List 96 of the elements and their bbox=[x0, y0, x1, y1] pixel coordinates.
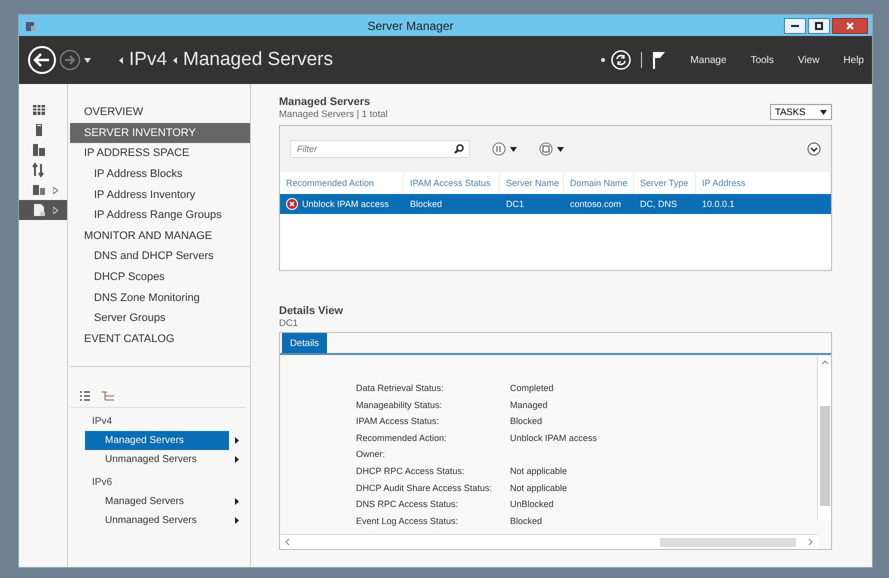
nav-item[interactable]: MONITOR AND MANAGE bbox=[70, 226, 250, 246]
expand-arrow-icon[interactable] bbox=[235, 517, 239, 524]
table-cell[interactable]: Blocked bbox=[404, 194, 500, 214]
dashboard-icon bbox=[31, 102, 47, 118]
menu-item[interactable]: View bbox=[798, 54, 820, 66]
nav-item[interactable]: EVENT CATALOG bbox=[70, 328, 250, 350]
app-icon bbox=[25, 20, 37, 32]
field-value: Completed bbox=[510, 383, 555, 395]
caret-icon bbox=[557, 146, 564, 152]
table-cell[interactable]: contoso.com bbox=[564, 194, 634, 214]
notifications-flag-icon[interactable] bbox=[652, 51, 666, 69]
tree-item[interactable]: Managed Servers bbox=[85, 431, 229, 450]
caret-icon bbox=[820, 110, 827, 114]
restore-button[interactable] bbox=[808, 18, 830, 34]
tree-item[interactable]: Unmanaged Servers bbox=[85, 450, 229, 469]
caret-icon bbox=[84, 58, 91, 62]
table-cell[interactable]: DC, DNS bbox=[634, 194, 696, 214]
nav-item[interactable]: Server Groups bbox=[70, 308, 250, 329]
tree-group-label[interactable]: IPv6 bbox=[70, 469, 250, 492]
close-button[interactable] bbox=[832, 18, 868, 34]
error-icon bbox=[286, 198, 298, 210]
field-value: Blocked bbox=[510, 516, 544, 528]
tree-view-icon[interactable] bbox=[102, 391, 114, 401]
field-label: Owner: bbox=[356, 449, 386, 462]
history-dropdown[interactable] bbox=[84, 58, 91, 62]
refresh-icon[interactable] bbox=[611, 50, 632, 70]
breadcrumb-item[interactable]: Managed Servers bbox=[183, 49, 333, 71]
field-value: UnBlocked bbox=[510, 499, 555, 512]
expand-arrow-icon bbox=[53, 206, 58, 214]
field-value: Blocked bbox=[510, 416, 544, 428]
section-subtitle: DC1 bbox=[279, 318, 300, 329]
servers-icon bbox=[31, 142, 47, 158]
breadcrumb-arrow-icon bbox=[173, 56, 178, 64]
tasks-button[interactable]: TASKS bbox=[770, 104, 832, 120]
vertical-scrollbar[interactable] bbox=[817, 355, 831, 520]
field-label: DHCP RPC Access Status: bbox=[356, 466, 466, 478]
table-cell[interactable]: DC1 bbox=[500, 194, 564, 214]
field-value: Not applicable bbox=[510, 466, 568, 478]
menu-item[interactable]: Manage bbox=[690, 54, 727, 66]
nav-item[interactable]: IP Address Blocks bbox=[70, 164, 250, 184]
section-title: Details View bbox=[279, 305, 344, 317]
nav-item[interactable]: DNS Zone Monitoring bbox=[70, 287, 250, 308]
field-value: Not applicable bbox=[510, 482, 568, 495]
filter-field[interactable]: Filter bbox=[290, 140, 470, 158]
scroll-left-icon[interactable] bbox=[284, 538, 290, 546]
table-cell[interactable]: 10.0.0.1 bbox=[696, 194, 831, 214]
ipam-icon bbox=[31, 202, 47, 218]
expand-arrow-icon[interactable] bbox=[235, 456, 239, 463]
back-button[interactable] bbox=[27, 45, 57, 75]
window-title: Server Manager bbox=[366, 18, 455, 32]
rail-item[interactable] bbox=[19, 200, 67, 220]
scroll-up-icon[interactable] bbox=[820, 359, 828, 365]
horizontal-scrollbar[interactable] bbox=[280, 534, 818, 549]
refresh-dropdown[interactable] bbox=[601, 58, 606, 62]
field-label: IPAM Access Status: bbox=[356, 416, 440, 428]
field-label: Recommended Action: bbox=[356, 432, 448, 445]
scroll-right-icon[interactable] bbox=[808, 538, 814, 546]
close-icon bbox=[846, 22, 854, 30]
field-value: Unblock IPAM access bbox=[510, 432, 598, 445]
section-title: Managed Servers bbox=[279, 96, 372, 108]
nav-item[interactable]: IP Address Inventory bbox=[70, 184, 250, 205]
tree-group-label[interactable]: IPv4 bbox=[70, 408, 250, 431]
tree-item[interactable]: Unmanaged Servers bbox=[85, 511, 229, 530]
field-label: Manageability Status: bbox=[356, 400, 444, 412]
details-tab[interactable]: Details bbox=[282, 333, 328, 353]
section-subtitle: Managed Servers | 1 total bbox=[279, 109, 388, 120]
breadcrumb-arrow-icon bbox=[119, 56, 123, 64]
field-label: DNS RPC Access Status: bbox=[356, 499, 460, 512]
list-view-icon[interactable] bbox=[80, 391, 90, 401]
nav-item[interactable]: SERVER INVENTORY bbox=[70, 122, 250, 144]
menu-item[interactable]: Tools bbox=[750, 54, 774, 66]
caret-icon bbox=[510, 146, 517, 152]
nav-item[interactable]: DHCP Scopes bbox=[70, 266, 250, 288]
expand-arrow-icon[interactable] bbox=[235, 498, 239, 505]
search-icon bbox=[454, 144, 464, 154]
field-label: DHCP Audit Share Access Status: bbox=[356, 482, 493, 495]
minimize-button[interactable] bbox=[784, 18, 806, 34]
expand-arrow-icon bbox=[53, 186, 58, 194]
breadcrumb-item[interactable]: IPv4 bbox=[129, 49, 168, 71]
roles-icon bbox=[31, 182, 47, 198]
nav-item[interactable]: IP Address Range Groups bbox=[70, 204, 250, 226]
nav-item[interactable]: OVERVIEW bbox=[70, 102, 250, 123]
field-label: Data Retrieval Status: bbox=[356, 383, 445, 395]
nav-item[interactable]: DNS and DHCP Servers bbox=[70, 246, 250, 267]
restore-icon bbox=[815, 22, 823, 30]
expand-arrow-icon[interactable] bbox=[235, 437, 239, 444]
nav-item[interactable]: IP ADDRESS SPACE bbox=[70, 143, 250, 164]
table-cell[interactable]: Unblock IPAM access bbox=[280, 194, 404, 214]
menu-item[interactable]: Help bbox=[843, 54, 864, 66]
field-label: Event Log Access Status: bbox=[356, 516, 460, 528]
field-value: Managed bbox=[510, 400, 549, 412]
minimize-icon bbox=[791, 24, 799, 27]
save-query-button[interactable] bbox=[539, 142, 564, 156]
expand-button[interactable] bbox=[807, 142, 821, 156]
tree-item[interactable]: Managed Servers bbox=[85, 492, 229, 511]
query-button[interactable] bbox=[492, 142, 517, 156]
